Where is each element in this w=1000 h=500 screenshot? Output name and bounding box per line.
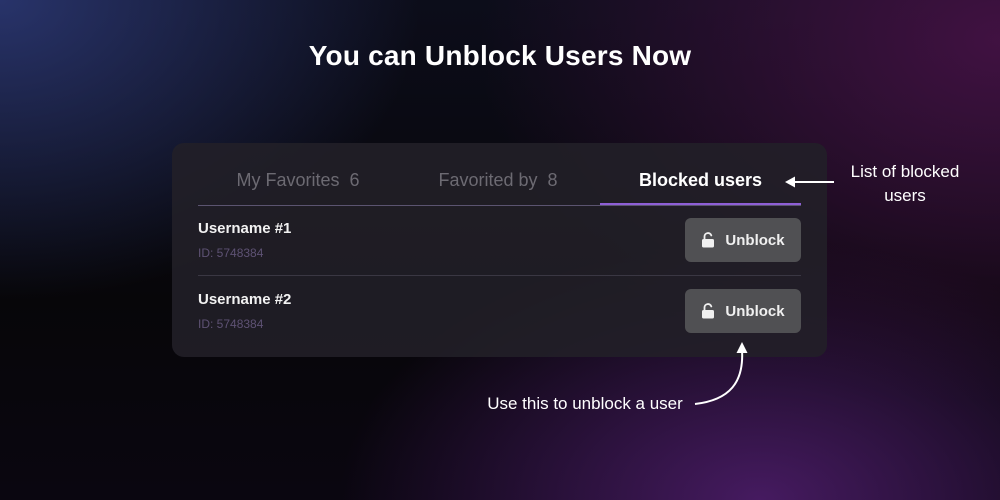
- tab-label: Blocked users: [638, 170, 763, 190]
- annotation-list-of-blocked-users: List of blocked users: [850, 162, 960, 205]
- username: Username #2: [198, 291, 292, 308]
- tab-label: My Favorites: [236, 170, 340, 190]
- tab-bar: My Favorites 6 Favorited by 8 Blocked us…: [198, 157, 801, 206]
- unlock-icon: [702, 303, 715, 319]
- annotation-unblock-hint: Use this to unblock a user: [487, 394, 683, 413]
- unblock-button[interactable]: Unblock: [685, 218, 801, 262]
- user-id: ID: 5748384: [198, 317, 264, 331]
- tab-label: Favorited by: [438, 170, 538, 190]
- user-id: ID: 5748384: [198, 246, 264, 260]
- unlock-icon: [702, 232, 715, 248]
- unblock-button[interactable]: Unblock: [685, 289, 801, 333]
- tab-blocked-users[interactable]: Blocked users: [600, 157, 801, 205]
- page-title: You can Unblock Users Now: [308, 40, 692, 71]
- list-item: Username #2 ID: 5748384 Unblock: [198, 276, 801, 346]
- list-item: Username #1 ID: 5748384 Unblock: [198, 205, 801, 276]
- tab-count: 6: [349, 170, 360, 190]
- tab-my-favorites[interactable]: My Favorites 6: [198, 157, 398, 204]
- unblock-label: Unblock: [725, 302, 785, 320]
- tab-favorited-by[interactable]: Favorited by 8: [398, 157, 598, 204]
- blocked-users-card: My Favorites 6 Favorited by 8 Blocked us…: [172, 143, 827, 357]
- unblock-label: Unblock: [725, 231, 785, 249]
- tab-count: 8: [547, 170, 558, 190]
- username: Username #1: [198, 220, 292, 237]
